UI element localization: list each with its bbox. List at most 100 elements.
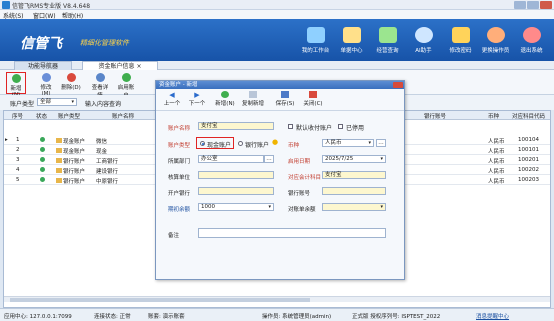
- row-no: 2: [16, 147, 20, 153]
- maximize-button[interactable]: [527, 1, 539, 9]
- add-button[interactable]: 新增(N): [6, 72, 26, 98]
- bank-account-input[interactable]: [322, 187, 386, 195]
- workbench-button[interactable]: 我的工作台: [298, 21, 333, 61]
- row-type: 银行账户: [56, 157, 85, 165]
- currency-select[interactable]: 人民币: [322, 139, 374, 147]
- col-bank-account[interactable]: 银行账号: [424, 112, 446, 120]
- change-password-label: 修改密码: [449, 48, 472, 54]
- business-query-button[interactable]: 经营查询: [370, 21, 405, 61]
- row-currency: 人民币: [488, 149, 505, 155]
- subject-label: 对应会计科目: [288, 175, 322, 181]
- col-currency[interactable]: 币种: [488, 112, 499, 120]
- col-name[interactable]: 账户名称: [112, 112, 134, 120]
- settle-select[interactable]: [322, 203, 386, 211]
- save-button[interactable]: 保存(S): [274, 91, 296, 107]
- window-controls: [514, 1, 552, 9]
- next-label: 下一个: [188, 101, 206, 107]
- switch-operator-label: 更换操作员: [481, 48, 510, 54]
- prev-button[interactable]: ◀ 上一个: [161, 91, 183, 107]
- subject-input[interactable]: 支付宝: [322, 171, 386, 179]
- cash-label: 现金账户: [207, 142, 232, 149]
- close-window-button[interactable]: [540, 1, 552, 9]
- row-currency: 人民币: [488, 139, 505, 145]
- ai-assistant-button[interactable]: AI助手: [406, 21, 441, 61]
- tab-fund-accounts[interactable]: 资金账户信息 ×: [82, 61, 158, 70]
- enable-button[interactable]: 启用账户: [116, 72, 136, 99]
- cash-type-option[interactable]: 现金账户: [196, 137, 234, 149]
- date-picker[interactable]: 2025/7/25: [322, 155, 386, 163]
- disabled-label: 已停用: [346, 125, 365, 132]
- row-name: 现金: [96, 149, 108, 155]
- delete-button[interactable]: 删除(D): [61, 72, 81, 94]
- row-code: 100202: [518, 167, 539, 173]
- dept-input[interactable]: 办公室: [198, 155, 264, 163]
- minimize-button[interactable]: [514, 1, 526, 9]
- dialog-add-button[interactable]: 新增(N): [214, 91, 236, 107]
- documents-label: 单据中心: [340, 48, 363, 54]
- row-currency: 人民币: [488, 179, 505, 185]
- col-subject-code[interactable]: 对应科目代码: [512, 112, 545, 120]
- close-button[interactable]: 关闭(C): [302, 91, 324, 107]
- bank-account-label: 银行账号: [288, 191, 311, 197]
- unit-input[interactable]: [198, 171, 274, 179]
- bank-label: 银行账户: [245, 142, 270, 149]
- add-icon: [11, 74, 21, 83]
- copy-add-button[interactable]: 复制新增: [242, 91, 264, 107]
- change-password-button[interactable]: 修改密码: [443, 21, 478, 61]
- detail-button[interactable]: 查看详情: [90, 72, 110, 99]
- account-type-filter-select[interactable]: 全部: [37, 98, 77, 106]
- col-status[interactable]: 状态: [36, 112, 47, 120]
- row-type-text: 银行账户: [63, 179, 86, 185]
- documents-button[interactable]: 单据中心: [334, 21, 369, 61]
- dialog-title: 资金账户 - 新增: [156, 81, 404, 89]
- title-bar: 信管飞RMS专业版 V8.4.648: [0, 0, 554, 10]
- row-type: 现金账户: [56, 147, 85, 155]
- name-input[interactable]: 支付宝: [198, 122, 274, 130]
- status-icon: [40, 137, 45, 144]
- app-center-status: 应用中心: 127.0.0.1:7099: [4, 314, 72, 320]
- logo: 信管飞: [20, 36, 62, 52]
- account-type-filter-label: 账户类型: [10, 101, 35, 108]
- edit-button[interactable]: 修改(M): [36, 72, 56, 97]
- bank-name-label: 开户银行: [168, 191, 191, 197]
- ai-assistant-label: AI助手: [415, 48, 432, 54]
- type-label: 账户类型: [168, 143, 191, 149]
- license-status: 正式版 授权序列号: ISPTEST_2022: [352, 314, 441, 320]
- close-label: 关闭(C): [303, 101, 323, 107]
- default-checkbox[interactable]: [288, 124, 293, 129]
- copy-add-label: 复制新增: [242, 101, 265, 107]
- next-button[interactable]: ▶ 下一个: [186, 91, 208, 107]
- balance-input[interactable]: 1000: [198, 203, 274, 211]
- delete-icon: [66, 73, 76, 82]
- dept-more-button[interactable]: …: [264, 155, 274, 163]
- dept-label: 所属部门: [168, 159, 191, 165]
- default-label: 默认收付账户: [296, 125, 333, 132]
- exit-button[interactable]: 退出系统: [514, 21, 549, 61]
- switch-operator-button[interactable]: 更换操作员: [478, 21, 513, 61]
- row-indicator: ▸: [5, 137, 8, 143]
- message-center-link[interactable]: 消息提醒中心: [476, 312, 509, 320]
- tab-close-icon[interactable]: ×: [136, 63, 141, 70]
- cash-radio[interactable]: [200, 141, 205, 146]
- disabled-checkbox[interactable]: [338, 124, 343, 129]
- unit-label: 核算单位: [168, 175, 191, 181]
- bank-name-input[interactable]: [198, 187, 274, 195]
- row-no: 3: [16, 157, 20, 163]
- row-no: 5: [16, 177, 20, 183]
- save-label: 保存(S): [275, 101, 295, 107]
- info-icon: [414, 27, 433, 43]
- dialog-add-label: 新增(N): [215, 101, 235, 107]
- scrollbar-thumb[interactable]: [10, 298, 310, 302]
- window-title: 信管飞RMS专业版 V8.4.648: [12, 3, 91, 10]
- status-icon: [40, 147, 45, 154]
- note-input[interactable]: [198, 228, 386, 238]
- horizontal-scrollbar[interactable]: [4, 296, 550, 302]
- col-type[interactable]: 账户类型: [58, 112, 80, 120]
- prev-label: 上一个: [163, 101, 181, 107]
- col-no[interactable]: 序号: [12, 112, 23, 120]
- tab-navigator[interactable]: 功能导航器: [14, 61, 72, 70]
- dialog-close-button[interactable]: [393, 82, 403, 88]
- currency-more-button[interactable]: …: [376, 139, 386, 147]
- row-no: 4: [16, 167, 20, 173]
- bank-radio[interactable]: [238, 141, 243, 146]
